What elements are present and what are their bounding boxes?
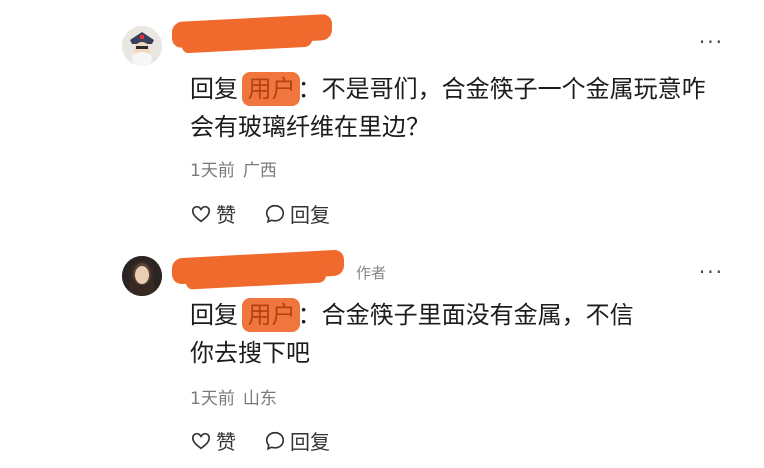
more-options-button[interactable]: ···	[699, 30, 724, 54]
avatar[interactable]	[122, 26, 162, 66]
comment-text-line2: 你去搜下吧	[190, 339, 310, 367]
heart-icon	[191, 205, 211, 222]
comment-text: 回复 用户：合金筷子里面没有金属，不信 你去搜下吧	[190, 296, 730, 372]
comment-item: 作者 ··· 回复 用户：合金筷子里面没有金属，不信 你去搜下吧 1天前 山东 赞…	[0, 234, 764, 468]
comment-location: 广西	[242, 161, 277, 181]
comment-actions: 赞 回复	[190, 199, 330, 228]
comment-text-line1: ：合金筷子里面没有金属，不信	[297, 301, 634, 329]
reply-prefix: 回复	[190, 301, 238, 329]
comment-location: 山东	[242, 389, 277, 409]
more-options-button[interactable]: ···	[699, 260, 724, 284]
comment-time: 1天前	[190, 161, 235, 181]
comment-meta: 1天前 山东	[190, 384, 277, 409]
comment-meta: 1天前 广西	[190, 156, 277, 181]
reply-label: 回复	[290, 203, 330, 227]
like-label: 赞	[216, 203, 236, 227]
avatar[interactable]	[122, 256, 162, 296]
author-badge: 作者	[356, 264, 387, 282]
like-button[interactable]: 赞	[190, 199, 236, 228]
reply-button[interactable]: 回复	[264, 199, 330, 228]
comment-actions: 赞 回复	[190, 426, 330, 455]
comment-text: 回复 用户：不是哥们，合金筷子一个金属玩意咋 会有玻璃纤维在里边？	[190, 70, 730, 146]
cartoon-avatar-icon	[122, 26, 162, 66]
comment-text-line1: ：不是哥们，合金筷子一个金属玩意咋	[297, 75, 706, 103]
reply-label: 回复	[290, 430, 330, 454]
like-label: 赞	[216, 430, 236, 454]
username-redacted	[172, 246, 352, 290]
comment-text-line2: 会有玻璃纤维在里边？	[190, 113, 430, 141]
like-button[interactable]: 赞	[190, 426, 236, 455]
reply-button[interactable]: 回复	[264, 426, 330, 455]
reply-prefix: 回复	[190, 75, 238, 103]
reply-target-redacted[interactable]: 用户	[241, 296, 300, 334]
photo-avatar-icon	[122, 256, 162, 296]
speech-bubble-icon	[265, 204, 285, 223]
heart-icon	[191, 432, 211, 449]
reply-target-redacted[interactable]: 用户	[241, 70, 300, 108]
username-redacted	[172, 13, 342, 54]
comment-item: ··· 回复 用户：不是哥们，合金筷子一个金属玩意咋 会有玻璃纤维在里边？ 1天…	[0, 0, 764, 234]
comment-time: 1天前	[190, 389, 235, 409]
speech-bubble-icon	[265, 431, 285, 450]
